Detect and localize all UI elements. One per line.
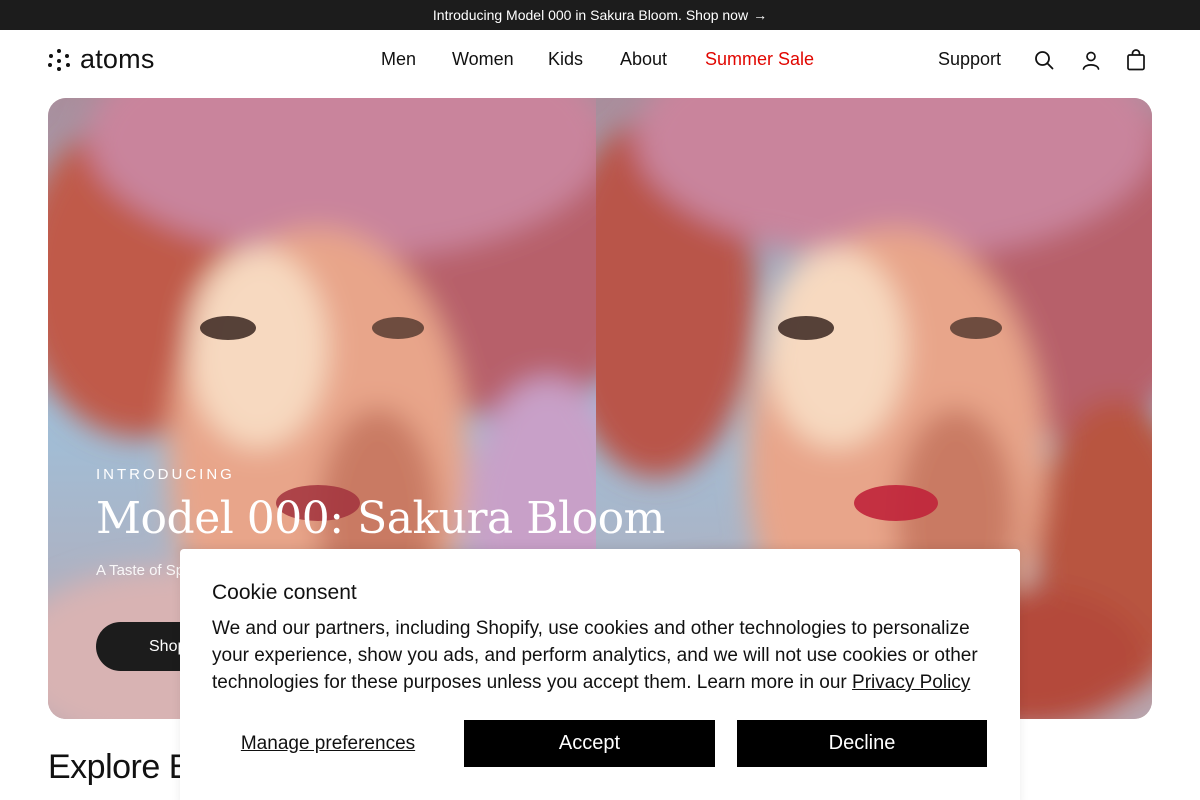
announcement-bar[interactable]: Introducing Model 000 in Sakura Bloom. S… bbox=[0, 0, 1200, 30]
search-icon[interactable] bbox=[1032, 48, 1056, 72]
hero-eyebrow: INTRODUCING bbox=[96, 466, 235, 483]
primary-menu: Men Women Kids About Summer Sale bbox=[0, 30, 1200, 90]
cookie-actions: Manage preferences Accept Decline bbox=[212, 720, 987, 767]
announcement-text: Introducing Model 000 in Sakura Bloom. S… bbox=[432, 7, 749, 23]
cookie-body: We and our partners, including Shopify, … bbox=[212, 615, 1002, 696]
arrow-right-icon: → bbox=[753, 7, 768, 23]
support-link[interactable]: Support bbox=[938, 49, 1001, 70]
nav-item-about[interactable]: About bbox=[620, 49, 667, 70]
accept-button[interactable]: Accept bbox=[464, 720, 715, 767]
nav-item-kids[interactable]: Kids bbox=[548, 49, 583, 70]
nav-item-women[interactable]: Women bbox=[452, 49, 514, 70]
account-icon[interactable] bbox=[1079, 48, 1103, 72]
nav-item-summer-sale[interactable]: Summer Sale bbox=[705, 49, 814, 70]
privacy-policy-link[interactable]: Privacy Policy bbox=[852, 672, 970, 693]
nav-item-men[interactable]: Men bbox=[381, 49, 416, 70]
decline-button[interactable]: Decline bbox=[737, 720, 987, 767]
cart-bag-icon[interactable] bbox=[1124, 48, 1148, 72]
manage-preferences-button[interactable]: Manage preferences bbox=[212, 720, 444, 767]
hero-title: Model 000: Sakura Bloom bbox=[96, 493, 665, 544]
cookie-title: Cookie consent bbox=[212, 581, 357, 604]
main-navigation: atoms Men Women Kids About Summer Sale S… bbox=[0, 30, 1200, 90]
cookie-consent-dialog: Cookie consent We and our partners, incl… bbox=[180, 549, 1020, 800]
